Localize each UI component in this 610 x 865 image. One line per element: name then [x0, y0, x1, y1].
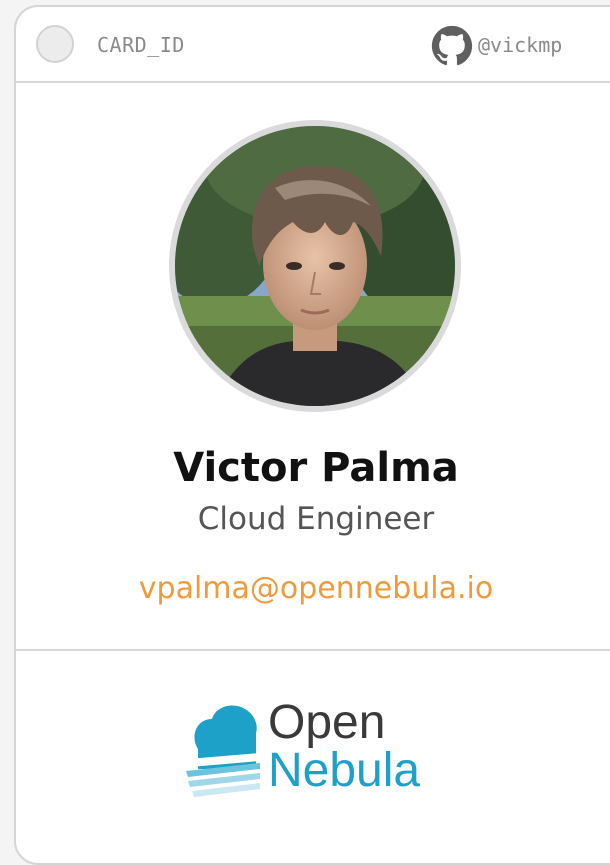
status-indicator [36, 25, 74, 63]
card-header: CARD_ID @vickmp [16, 7, 610, 83]
logo-text-open: Open [268, 696, 386, 749]
profile-card: CARD_ID @vickmp Victor Palma Cloud Engin… [14, 5, 610, 865]
profile-role: Cloud Engineer [197, 501, 435, 537]
github-handle[interactable]: @vickmp [478, 32, 562, 58]
avatar [169, 120, 461, 412]
cloud-logo-icon [186, 705, 260, 797]
opennebula-logo: Open Nebula [186, 697, 456, 807]
github-icon[interactable] [431, 25, 473, 67]
card-id-label: CARD_ID [97, 33, 185, 57]
profile-name: Victor Palma [173, 445, 459, 491]
profile-email-link[interactable]: vpalma@opennebula.io [16, 569, 610, 609]
logo-text-nebula: Nebula [268, 744, 421, 797]
section-divider [16, 649, 610, 651]
profile-photo [175, 126, 455, 406]
